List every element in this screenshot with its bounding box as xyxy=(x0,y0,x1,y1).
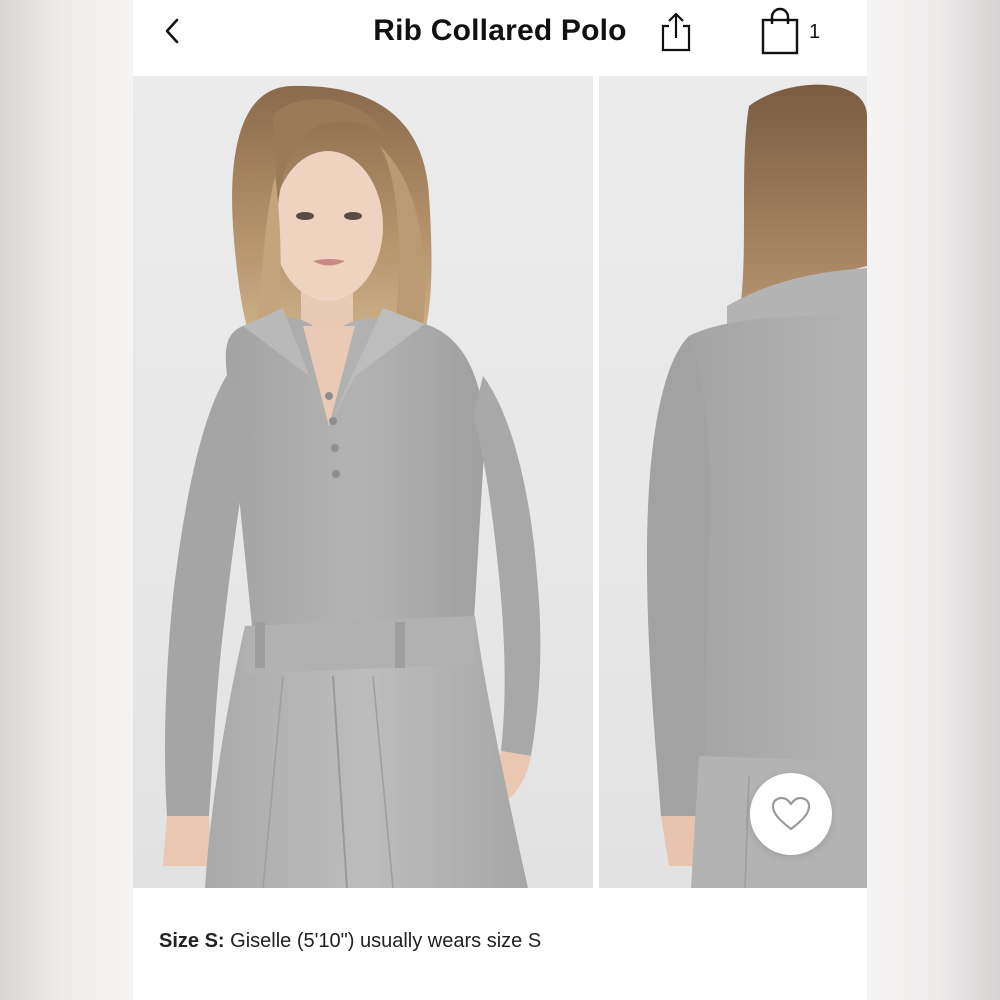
product-photo-front[interactable] xyxy=(133,76,593,888)
page-title: Rib Collared Polo xyxy=(373,14,627,47)
product-screen: Rib Collared Polo 1 Size S: Giselle (5'1… xyxy=(133,0,867,1000)
bag-count-badge: 1 xyxy=(809,21,821,43)
size-description: Giselle (5'10") usually wears size S xyxy=(224,930,542,952)
shopping-bag-button[interactable] xyxy=(759,6,803,56)
favorite-button[interactable] xyxy=(750,773,832,855)
share-button[interactable] xyxy=(657,10,695,52)
size-label: Size S: xyxy=(159,930,225,952)
top-bar: Rib Collared Polo 1 xyxy=(133,0,867,74)
share-icon xyxy=(661,12,691,52)
model-size-info: Size S: Giselle (5'10") usually wears si… xyxy=(159,930,541,953)
heart-icon xyxy=(771,796,811,831)
product-photo-back[interactable] xyxy=(599,76,867,888)
shopping-bag-icon xyxy=(761,7,799,55)
product-image-gallery[interactable] xyxy=(133,76,867,888)
